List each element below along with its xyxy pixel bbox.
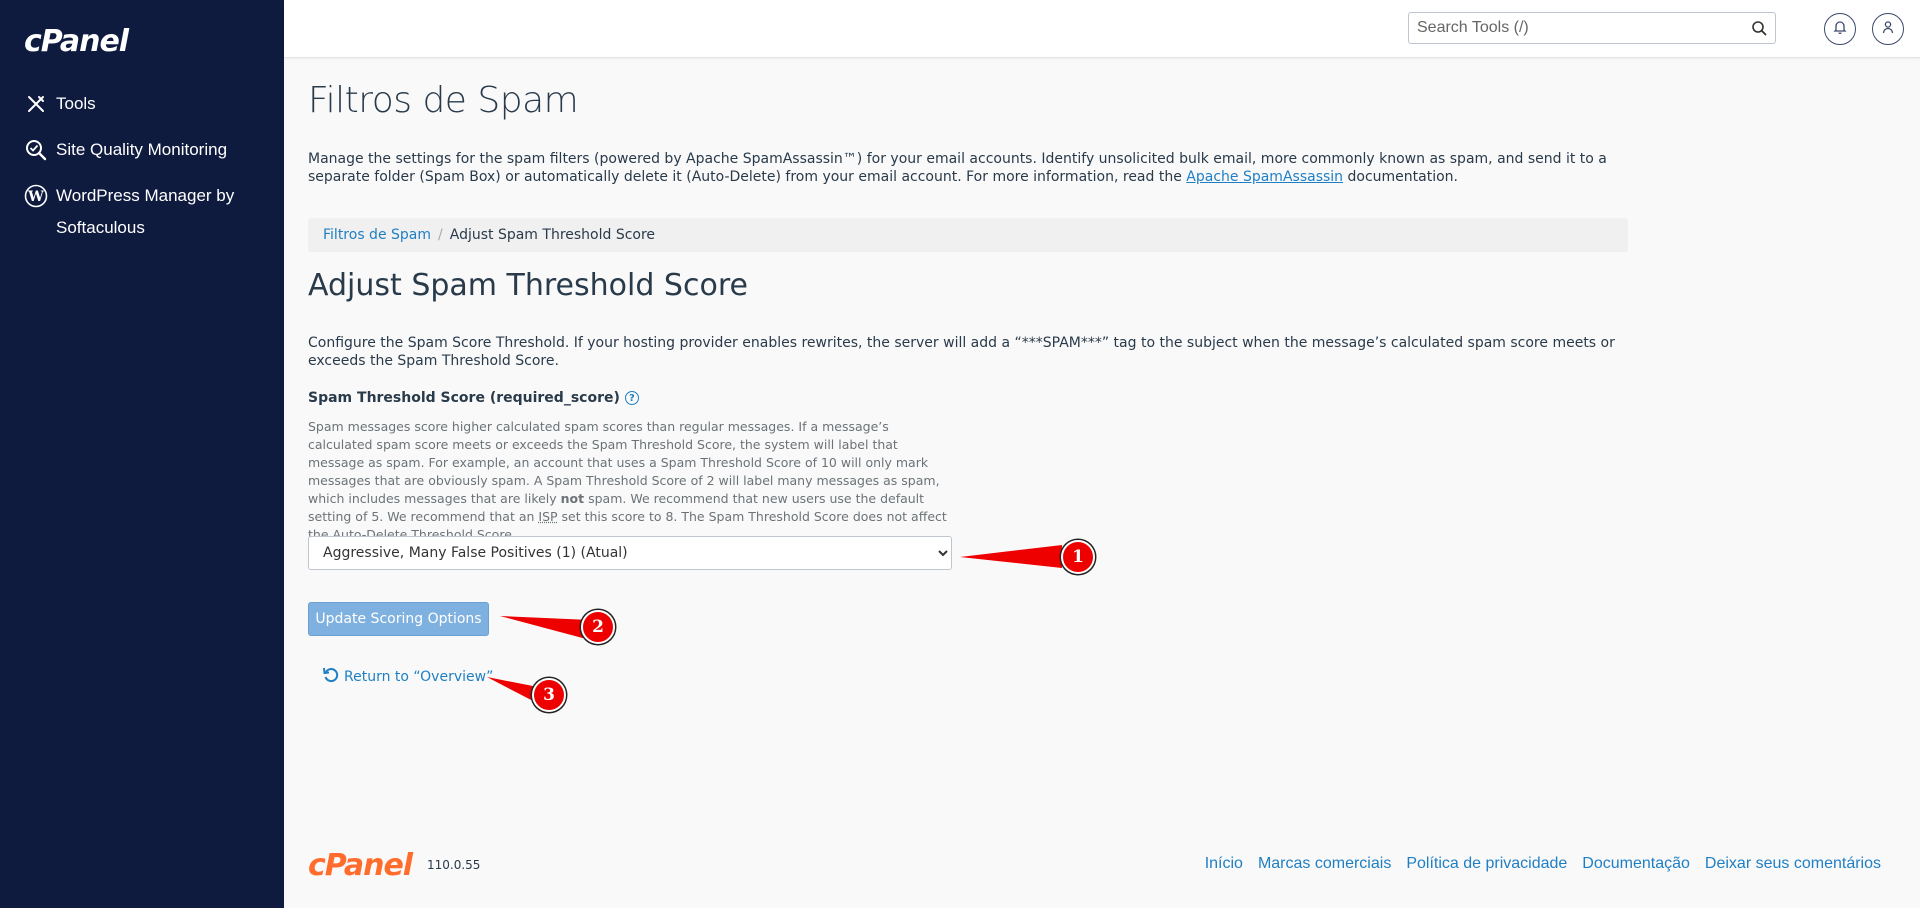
sidebar-item-label: Tools <box>56 94 96 113</box>
footer-cpanel-logo[interactable]: cPanel <box>308 848 413 883</box>
sidebar-item-wordpress-manager[interactable]: W WordPress Manager by Softaculous <box>0 180 284 244</box>
sidebar-item-label: Site Quality Monitoring <box>56 140 228 159</box>
breadcrumb-parent-link[interactable]: Filtros de Spam <box>323 227 431 243</box>
threshold-field-label: Spam Threshold Score (required_score) ? <box>308 390 639 406</box>
page-intro: Manage the settings for the spam filters… <box>308 150 1628 186</box>
breadcrumb-separator: / <box>438 227 443 243</box>
section-heading: Adjust Spam Threshold Score <box>308 268 748 303</box>
notifications-button[interactable] <box>1824 13 1856 45</box>
annotation-overlay <box>487 545 1062 702</box>
threshold-score-select[interactable]: Aggressive, Many False Positives (1) (At… <box>308 536 952 570</box>
breadcrumb: Filtros de Spam / Adjust Spam Threshold … <box>308 218 1628 252</box>
cpanel-logo[interactable]: cPanel <box>24 24 129 59</box>
threshold-select-wrapper: Aggressive, Many False Positives (1) (At… <box>308 536 952 570</box>
sidebar-item-site-quality-monitoring[interactable]: Site Quality Monitoring <box>0 134 284 166</box>
sidebar-nav: Tools Site Quality Monitoring W WordPres… <box>0 88 284 258</box>
wordpress-icon: W <box>24 184 48 208</box>
update-scoring-options-button[interactable]: Update Scoring Options <box>308 602 489 636</box>
return-link-label: Return to “Overview” <box>344 669 494 685</box>
annotation-arrow-3 <box>487 677 538 702</box>
search-input[interactable] <box>1409 13 1729 43</box>
sidebar-item-tools[interactable]: Tools <box>0 88 284 120</box>
footer-link-privacy[interactable]: Política de privacidade <box>1406 855 1567 873</box>
apache-spamassassin-link[interactable]: Apache SpamAssassin <box>1186 169 1343 185</box>
footer-link-trademarks[interactable]: Marcas comerciais <box>1258 855 1391 873</box>
version-number: 110.0.55 <box>427 858 481 872</box>
footer-link-documentation[interactable]: Documentação <box>1582 855 1690 873</box>
help-icon[interactable]: ? <box>624 391 639 405</box>
tools-icon <box>24 92 48 116</box>
help-text-bold: not <box>560 491 585 506</box>
threshold-label-text: Spam Threshold Score (required_score) <box>308 390 620 406</box>
return-to-overview-link[interactable]: Return to “Overview” <box>322 666 493 688</box>
annotation-arrow-2 <box>500 616 590 640</box>
isp-abbreviation: ISP <box>538 509 558 524</box>
section-description: Configure the Spam Score Threshold. If y… <box>308 335 1615 369</box>
sidebar: cPanel Tools Site Quality Monitoring W W… <box>0 0 284 908</box>
user-menu-button[interactable] <box>1872 13 1904 45</box>
search-box <box>1408 12 1776 44</box>
page-title: Filtros de Spam <box>308 80 579 121</box>
undo-icon <box>322 666 340 688</box>
annotation-arrow-1 <box>960 545 1062 568</box>
bell-icon <box>1833 20 1847 39</box>
footer-links: Início Marcas comerciais Política de pri… <box>1205 855 1881 873</box>
top-bar <box>284 0 1920 58</box>
intro-text-end: documentation. <box>1343 169 1458 185</box>
threshold-help-text: Spam messages score higher calculated sp… <box>308 418 948 544</box>
svg-text:W: W <box>27 189 44 205</box>
sidebar-item-label: WordPress Manager by Softaculous <box>56 186 235 237</box>
annotation-marker-3: 3 <box>532 678 566 712</box>
annotation-marker-2: 2 <box>581 610 615 644</box>
breadcrumb-current: Adjust Spam Threshold Score <box>449 227 656 243</box>
user-icon <box>1881 20 1895 39</box>
site-quality-icon <box>24 138 48 162</box>
annotation-marker-1: 1 <box>1061 540 1095 574</box>
footer-link-feedback[interactable]: Deixar seus comentários <box>1705 855 1881 873</box>
search-icon[interactable] <box>1751 20 1767 41</box>
footer-link-home[interactable]: Início <box>1205 855 1243 873</box>
